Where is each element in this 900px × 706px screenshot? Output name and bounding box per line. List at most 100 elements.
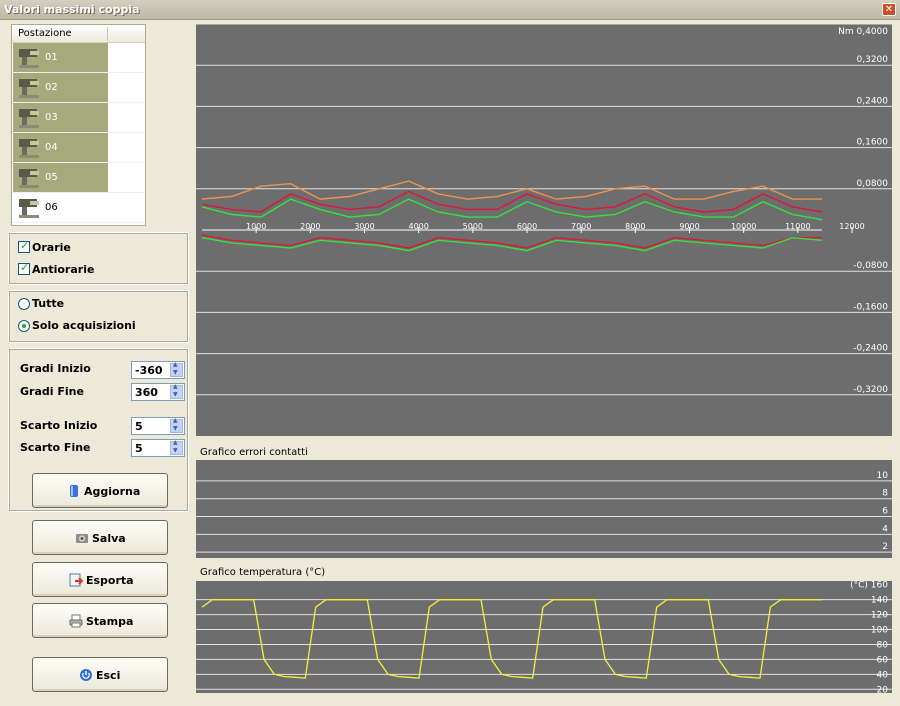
temperature-series-line — [201, 599, 822, 679]
antiorarie-checkbox[interactable] — [18, 261, 30, 275]
printer-icon — [69, 614, 83, 628]
x-tick-label: 8000 — [625, 222, 645, 231]
y-tick-label: -0,3200 — [853, 385, 888, 395]
stampa-label: Stampa — [86, 615, 134, 628]
station-label: 02 — [45, 82, 58, 93]
scarto-fine-stepper[interactable]: 5 — [131, 439, 185, 457]
y-tick-label: 0,2400 — [857, 96, 889, 106]
temperature-chart: (°C) 160 140 120 100 80 60 40 20 — [196, 581, 892, 695]
station-label: 06 — [45, 202, 58, 213]
refresh-icon — [70, 485, 78, 497]
y-tick-label: 0,1600 — [857, 138, 889, 148]
scarto-inizio-value[interactable]: 5 — [135, 420, 143, 433]
y-tick-label: 6 — [882, 507, 888, 517]
torque-series-line — [201, 180, 822, 200]
stampa-button[interactable]: Stampa — [32, 603, 168, 638]
y-tick-label: 20 — [877, 685, 889, 693]
solo-acquisizioni-label: Solo acquisizioni — [32, 319, 136, 332]
y-tick-label: 120 — [871, 611, 888, 621]
torque-series-line — [201, 234, 822, 249]
esporta-label: Esporta — [86, 574, 134, 587]
gradi-fine-value[interactable]: 360 — [135, 386, 158, 399]
y-tick-label: 8 — [882, 489, 888, 499]
station-machine-icon — [19, 169, 39, 188]
scarto-fine-spin-icon[interactable] — [170, 439, 183, 455]
y-tick-label: 4 — [882, 524, 888, 534]
title-bar: Valori massimi coppia ✕ — [0, 0, 900, 20]
station-label: 05 — [45, 172, 58, 183]
gradi-inizio-label: Gradi Inizio — [20, 362, 91, 375]
station-machine-icon — [19, 79, 39, 98]
tutte-radio[interactable] — [18, 298, 30, 310]
station-machine-icon — [19, 109, 39, 128]
gradi-fine-spin-icon[interactable] — [170, 383, 183, 399]
x-tick-label: 6000 — [517, 222, 537, 231]
station-row[interactable]: 03 — [12, 103, 145, 133]
x-tick-label: 1000 — [246, 222, 266, 231]
export-icon — [69, 573, 83, 587]
y-tick-label: 80 — [877, 640, 889, 650]
x-tick-label: 11000 — [785, 222, 810, 231]
station-column-header[interactable]: Postazione — [18, 28, 72, 39]
orarie-label: Orarie — [32, 241, 71, 254]
station-row[interactable]: 06 — [12, 193, 145, 223]
gradi-fine-label: Gradi Fine — [20, 385, 84, 398]
station-row[interactable]: 02 — [12, 73, 145, 103]
station-machine-icon — [19, 49, 39, 68]
station-row[interactable]: 04 — [12, 133, 145, 163]
y-tick-label: -0,0800 — [853, 261, 888, 271]
scarto-inizio-spin-icon[interactable] — [170, 417, 183, 433]
x-tick-label: 3000 — [354, 222, 374, 231]
y-tick-label: -0,2400 — [853, 344, 888, 354]
window-title: Valori massimi coppia — [4, 3, 140, 16]
x-tick-label: 12000 — [839, 222, 864, 231]
contacts-chart-svg: 10 8 6 4 2 — [196, 471, 892, 553]
station-label: 04 — [45, 142, 58, 153]
x-tick-label: 7000 — [571, 222, 591, 231]
gradi-fine-stepper[interactable]: 360 — [131, 383, 185, 401]
gradi-inizio-stepper[interactable]: -360 — [131, 361, 185, 379]
x-tick-label: 10000 — [731, 222, 756, 231]
direction-panel — [8, 232, 189, 285]
esci-button[interactable]: Esci — [32, 657, 168, 692]
y-tick-label: 0,3200 — [857, 55, 889, 65]
station-machine-icon — [19, 199, 39, 218]
save-icon — [76, 534, 88, 543]
gradi-inizio-spin-icon[interactable] — [170, 361, 183, 377]
antiorarie-label: Antiorarie — [32, 263, 95, 276]
power-icon — [80, 669, 92, 681]
solo-acquisizioni-radio[interactable] — [18, 320, 30, 332]
scarto-fine-value[interactable]: 5 — [135, 442, 143, 455]
y-tick-label: Nm 0,4000 — [838, 27, 888, 37]
temperature-chart-title: Grafico temperatura (°C) — [200, 567, 326, 578]
x-tick-label: 5000 — [463, 222, 483, 231]
temperature-chart-svg: (°C) 160 140 120 100 80 60 40 20 — [196, 581, 892, 695]
y-tick-label: (°C) 160 — [850, 581, 888, 591]
salva-label: Salva — [92, 532, 126, 545]
station-row[interactable]: 05 — [12, 163, 145, 193]
tutte-label: Tutte — [32, 297, 65, 310]
station-row[interactable]: 01 — [12, 43, 145, 73]
aggiorna-button[interactable]: Aggiorna — [32, 473, 168, 508]
close-button[interactable]: ✕ — [882, 3, 896, 16]
torque-chart: Nm 0,4000 0,3200 0,2400 0,1600 0,0800 -0,0800… — [196, 23, 892, 436]
scarto-inizio-stepper[interactable]: 5 — [131, 417, 185, 435]
y-tick-label: 2 — [882, 542, 888, 552]
orarie-checkbox[interactable] — [18, 239, 30, 253]
station-list-header: Postazione — [12, 25, 145, 43]
y-tick-label: 100 — [871, 626, 888, 636]
contacts-error-chart: 10 8 6 4 2 — [196, 460, 892, 558]
gradi-inizio-value[interactable]: -360 — [135, 364, 163, 377]
torque-chart-svg: Nm 0,4000 0,3200 0,2400 0,1600 0,0800 -0,0800… — [196, 23, 892, 396]
station-list[interactable]: Postazione 01 02 03 04 05 06 — [11, 24, 146, 226]
salva-button[interactable]: Salva — [32, 520, 168, 555]
esci-label: Esci — [96, 669, 121, 682]
esporta-button[interactable]: Esporta — [32, 562, 168, 597]
station-label: 03 — [45, 112, 58, 123]
station-machine-icon — [19, 139, 39, 158]
y-tick-label: 140 — [871, 596, 888, 606]
y-tick-label: 0,0800 — [857, 179, 889, 189]
station-label: 01 — [45, 52, 58, 63]
scarto-fine-label: Scarto Fine — [20, 441, 91, 454]
scarto-inizio-label: Scarto Inizio — [20, 419, 98, 432]
